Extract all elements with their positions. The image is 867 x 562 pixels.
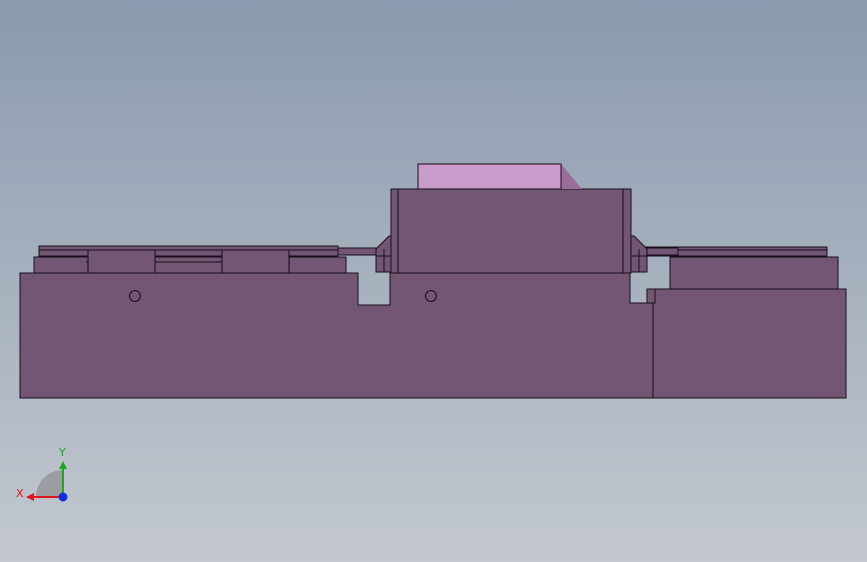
part-model[interactable] xyxy=(19,163,847,399)
top-cap xyxy=(417,163,562,190)
graphics-viewport[interactable]: X Y xyxy=(0,0,867,562)
right-base-step xyxy=(646,288,656,304)
triad-quadrant xyxy=(36,470,63,497)
z-axis-dot xyxy=(58,492,68,502)
left-top-rail xyxy=(38,245,339,257)
right-upper-block xyxy=(669,256,839,290)
x-axis-label: X xyxy=(16,487,24,500)
left-connector-bar xyxy=(337,247,379,256)
y-axis-label: Y xyxy=(58,446,66,459)
left-mid-plate xyxy=(33,256,347,274)
center-housing xyxy=(390,188,632,274)
base-block xyxy=(19,272,655,399)
axis-triad: X Y xyxy=(16,446,68,502)
left-clamp-block-1 xyxy=(87,249,156,274)
top-cap-side xyxy=(561,164,582,189)
right-base-block xyxy=(652,288,847,399)
y-arrowhead xyxy=(59,461,67,469)
left-clamp-block-2 xyxy=(221,249,290,274)
x-arrowhead xyxy=(26,493,34,501)
model-view[interactable]: X Y xyxy=(0,0,867,562)
